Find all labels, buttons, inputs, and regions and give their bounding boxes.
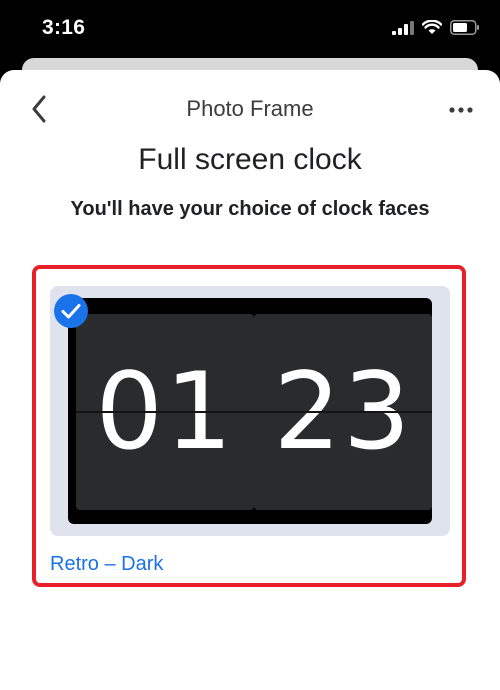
page-title: Photo Frame	[186, 96, 314, 121]
clock-face-label[interactable]: Retro – Dark	[50, 553, 163, 576]
more-horizontal-icon	[449, 107, 473, 113]
cellular-signal-icon	[392, 20, 414, 35]
section-heading: Full screen clock	[138, 143, 362, 176]
flip-divider	[254, 411, 432, 413]
flip-divider	[76, 411, 254, 413]
status-icons	[392, 20, 480, 35]
battery-icon	[450, 20, 479, 35]
wifi-icon	[422, 20, 442, 34]
nav-bar: Photo Frame	[0, 70, 500, 148]
more-options-button[interactable]	[446, 98, 476, 122]
status-bar: 3:16	[0, 0, 500, 62]
section-subheading: You'll have your choice of clock faces	[70, 198, 430, 220]
hours-flip-card: 01	[76, 314, 254, 510]
status-time: 3:16	[42, 16, 86, 39]
checkmark-icon	[54, 294, 88, 328]
minutes-flip-card: 23	[254, 314, 432, 510]
